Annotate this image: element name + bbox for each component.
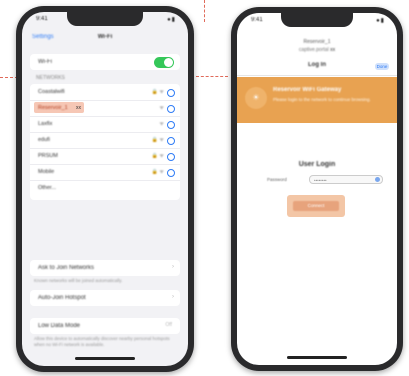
toggle-knob (164, 58, 173, 67)
info-icon[interactable] (167, 89, 175, 97)
banner-heading: Reservoir WiFi Gateway (273, 87, 342, 93)
sun-logo-icon: ☀ (245, 87, 267, 109)
sheet-bar-title: Log In (308, 62, 326, 68)
auto-join-hotspot-row[interactable]: Auto-Join Hotspot › (30, 290, 180, 306)
connect-button-highlight: Connect (287, 195, 345, 217)
lock-wifi-icon: 🔒 ᯤ (151, 137, 164, 143)
network-row[interactable]: PRSUM 🔒 ᯤ (30, 148, 180, 165)
network-row[interactable]: Mobile 🔒 ᯤ (30, 164, 180, 181)
status-icons: ●▮ (167, 17, 176, 23)
info-icon[interactable] (167, 169, 175, 177)
portal-banner: ☀ Reservoir WiFi Gateway Please login to… (237, 77, 397, 123)
wifi-toggle[interactable] (154, 57, 174, 68)
networks-section-header: NETWORKS (36, 75, 65, 81)
network-name: edufi (38, 137, 50, 143)
info-icon[interactable] (167, 137, 175, 145)
info-icon[interactable] (167, 121, 175, 129)
ask-to-join-row[interactable]: Ask to Join Networks › (30, 260, 180, 276)
guide-line-vertical (204, 0, 205, 22)
wifi-toggle-row[interactable]: Wi-Fi (30, 54, 180, 70)
network-name: PRSUM (38, 153, 58, 159)
status-time: 9:41 (36, 16, 48, 22)
network-name: Reservoir_1 (38, 105, 68, 111)
home-indicator (287, 356, 347, 359)
info-icon[interactable] (167, 153, 175, 161)
status-time: 9:41 (251, 17, 263, 23)
password-row: Password •••••••• (267, 175, 383, 185)
network-name: Coastalwifi (38, 89, 65, 95)
sheet-subtitle: captive.portal xx (237, 47, 397, 53)
wifi-icon: ᯤ (159, 121, 164, 127)
status-icons: ●▮ (376, 18, 385, 24)
sheet-subtitle-text: captive.portal (298, 47, 329, 53)
notch (67, 12, 143, 26)
wifi-settings-screen: 9:41 ●▮ Settings Wi-Fi Wi-Fi NETWORKS Co… (22, 12, 188, 366)
left-phone: 9:41 ●▮ Settings Wi-Fi Wi-Fi NETWORKS Co… (16, 6, 194, 372)
home-indicator (75, 357, 135, 360)
footer-text: Allow this device to automatically disco… (34, 336, 170, 347)
password-label: Password (267, 177, 287, 182)
lock-wifi-icon: 🔒 ᯤ (151, 89, 164, 95)
sheet-nav-bar: Log In Done (237, 59, 397, 76)
network-row[interactable]: Coastalwifi 🔒 ᯤ (30, 84, 180, 101)
info-icon[interactable] (167, 105, 175, 113)
connect-button[interactable]: Connect (293, 201, 339, 211)
low-data-value: Off (165, 322, 172, 328)
network-row[interactable]: Laxfix ᯤ (30, 116, 180, 133)
notch (281, 13, 353, 27)
low-data-label: Low Data Mode (38, 323, 81, 329)
right-phone: 9:41 ●▮ Reservoir_1 captive.portal xx Lo… (231, 7, 403, 371)
captive-login-screen: 9:41 ●▮ Reservoir_1 captive.portal xx Lo… (237, 13, 397, 365)
banner-description: Please login to the network to continue … (273, 97, 371, 102)
sheet-title: Reservoir_1 (303, 39, 331, 45)
annotation-mark: xx (76, 105, 81, 111)
ask-to-join-footer: Known networks will be joined automatica… (34, 278, 123, 283)
low-data-mode-row[interactable]: Low Data Mode Off (30, 318, 180, 334)
guide-line-middle (196, 76, 228, 77)
page-title: Wi-Fi (97, 34, 113, 40)
network-row-other[interactable]: Other... (30, 180, 180, 196)
wifi-label: Wi-Fi (38, 59, 52, 65)
chevron-right-icon: › (172, 294, 174, 300)
lock-wifi-icon: 🔒 ᯤ (151, 153, 164, 159)
password-field[interactable]: •••••••• (309, 175, 383, 184)
network-row-highlighted[interactable]: Reservoir_1 xx ᯤ (30, 100, 180, 117)
network-name: Mobile (38, 169, 55, 175)
done-button[interactable]: Done (375, 63, 389, 70)
nav-bar: Settings Wi-Fi (22, 34, 188, 48)
wifi-icon: ᯤ (159, 105, 164, 111)
hotspot-label: Auto-Join Hotspot (38, 295, 86, 301)
lock-wifi-icon: 🔒 ᯤ (151, 169, 164, 175)
password-placeholder: •••••••• (314, 178, 327, 183)
ask-to-join-label: Ask to Join Networks (38, 265, 95, 271)
network-row[interactable]: edufi 🔒 ᯤ (30, 132, 180, 149)
network-list: Coastalwifi 🔒 ᯤ Reservoir_1 xx ᯤ Laxfix … (30, 84, 180, 200)
network-name: Other... (38, 185, 57, 191)
login-title: User Login (298, 161, 336, 168)
network-name: Laxfix (38, 121, 53, 127)
chevron-right-icon: › (172, 264, 174, 270)
eye-icon[interactable] (375, 177, 380, 182)
annotation-mark: xx (330, 47, 336, 53)
